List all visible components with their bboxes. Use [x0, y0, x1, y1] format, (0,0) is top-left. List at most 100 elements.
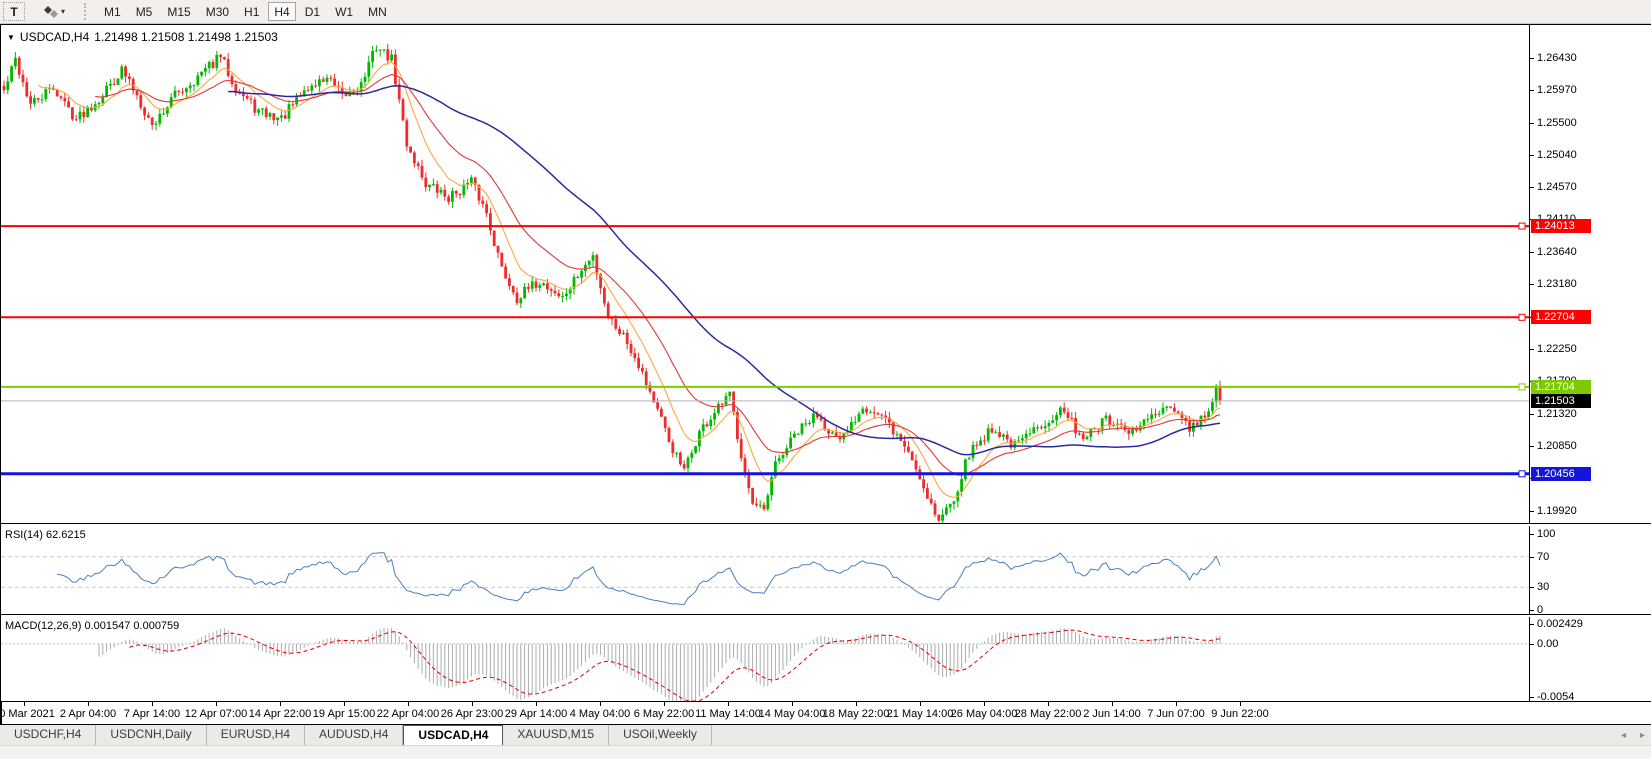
timeframe-button-m30[interactable]: M30	[200, 2, 235, 21]
tab-eurusd-h4[interactable]: EURUSD,H4	[207, 725, 305, 745]
text-tool-button[interactable]: T	[3, 2, 25, 21]
timeframe-button-w1[interactable]: W1	[329, 2, 359, 21]
timeframe-button-mn[interactable]: MN	[362, 2, 393, 21]
price-tick-label: 1.22250	[1537, 343, 1577, 355]
time-tick	[24, 702, 25, 706]
macd-panel[interactable]: 0.0024290.00-0.0054 MACD(12,26,9) 0.0015…	[1, 617, 1651, 702]
time-tick	[472, 702, 473, 706]
time-tick	[728, 702, 729, 706]
rsi-tick-label: 70	[1537, 551, 1549, 563]
time-tick-label: 14 Apr 22:00	[249, 708, 311, 720]
time-tick	[408, 702, 409, 706]
rsi-panel[interactable]: 10070300 RSI(14) 62.6215	[1, 526, 1651, 615]
price-tick	[1530, 414, 1534, 415]
time-tick	[984, 702, 985, 706]
toolbar-separator	[84, 3, 88, 20]
time-axis: 30 Mar 20212 Apr 04:007 Apr 14:0012 Apr …	[1, 702, 1651, 725]
price-tick	[1530, 90, 1534, 91]
timeframe-button-h4[interactable]: H4	[268, 2, 295, 21]
price-level-badge: 1.24013	[1531, 219, 1591, 233]
macd-tick	[1530, 697, 1534, 698]
main-chart-panel[interactable]: 1.264301.259701.255001.250401.245701.241…	[1, 25, 1651, 524]
tab-usdchf-h4[interactable]: USDCHF,H4	[0, 725, 96, 745]
macd-axis: 0.0024290.00-0.0054	[1529, 617, 1651, 701]
price-level-badge: 1.21704	[1531, 380, 1591, 394]
timeframe-button-m5[interactable]: M5	[130, 2, 159, 21]
time-tick	[1176, 702, 1177, 706]
tab-usoil-weekly[interactable]: USOil,Weekly	[609, 725, 712, 745]
macd-chart[interactable]	[1, 617, 1529, 701]
collapse-arrow-icon[interactable]: ▼	[7, 33, 15, 42]
time-tick	[792, 702, 793, 706]
rsi-tick	[1530, 557, 1534, 558]
chart-ohlc-values: 1.21498 1.21508 1.21498 1.21503	[94, 30, 278, 44]
tab-scroll-left-icon[interactable]: ◂	[1621, 730, 1626, 741]
chart-tabs: USDCHF,H4USDCNH,DailyEURUSD,H4AUDUSD,H4U…	[0, 725, 712, 745]
price-tick	[1530, 446, 1534, 447]
price-tick-label: 1.25970	[1537, 84, 1577, 96]
price-tick-label: 1.23180	[1537, 278, 1577, 290]
time-tick	[1112, 702, 1113, 706]
rsi-chart[interactable]	[1, 526, 1529, 614]
chart-title: ▼ USDCAD,H4 1.21498 1.21508 1.21498 1.21…	[7, 30, 278, 44]
timeframe-toolbar: M1M5M15M30H1H4D1W1MN	[98, 2, 393, 21]
rsi-label: RSI(14) 62.6215	[5, 529, 86, 541]
time-tick-label: 19 Apr 15:00	[313, 708, 375, 720]
tab-audusd-h4[interactable]: AUDUSD,H4	[305, 725, 403, 745]
chart-symbol-label: USDCAD,H4	[20, 30, 89, 44]
price-tick	[1530, 284, 1534, 285]
current-price-badge: 1.21503	[1531, 394, 1591, 408]
time-tick	[600, 702, 601, 706]
time-tick-label: 12 Apr 07:00	[185, 708, 247, 720]
macd-tick-label: 0.00	[1537, 638, 1558, 650]
shapes-tool-button[interactable]: ▾	[39, 2, 70, 21]
price-tick-label: 1.21320	[1537, 408, 1577, 420]
time-tick	[856, 702, 857, 706]
time-tick-label: 7 Jun 07:00	[1147, 708, 1205, 720]
macd-tick	[1530, 644, 1534, 645]
time-tick-label: 18 May 22:00	[823, 708, 890, 720]
rsi-tick	[1530, 587, 1534, 588]
rsi-tick	[1530, 534, 1534, 535]
time-tick-label: 30 Mar 2021	[0, 708, 55, 720]
dropdown-caret-icon: ▾	[61, 7, 65, 16]
time-tick	[152, 702, 153, 706]
price-tick	[1530, 58, 1534, 59]
timeframe-button-h1[interactable]: H1	[238, 2, 265, 21]
price-tick-label: 1.25500	[1537, 117, 1577, 129]
rsi-tick-label: 0	[1537, 604, 1543, 616]
timeframe-button-m1[interactable]: M1	[98, 2, 127, 21]
chart-window: 1.264301.259701.255001.250401.245701.241…	[0, 24, 1651, 725]
time-tick-label: 28 May 22:00	[1015, 708, 1082, 720]
rsi-tick	[1530, 610, 1534, 611]
time-tick	[216, 702, 217, 706]
macd-tick	[1530, 624, 1534, 625]
time-tick-label: 2 Jun 14:00	[1083, 708, 1141, 720]
price-level-badge: 1.20456	[1531, 467, 1591, 481]
price-tick	[1530, 349, 1534, 350]
timeframe-button-m15[interactable]: M15	[161, 2, 196, 21]
price-tick-label: 1.23640	[1537, 246, 1577, 258]
price-tick-label: 1.20850	[1537, 440, 1577, 452]
time-tick-label: 9 Jun 22:00	[1211, 708, 1269, 720]
macd-tick-label: 0.002429	[1537, 618, 1583, 630]
candlestick-chart[interactable]	[1, 25, 1529, 523]
time-tick-label: 26 Apr 23:00	[441, 708, 503, 720]
time-tick-label: 6 May 22:00	[634, 708, 695, 720]
price-tick-label: 1.26430	[1537, 52, 1577, 64]
time-tick	[88, 702, 89, 706]
tab-usdcnh-daily[interactable]: USDCNH,Daily	[96, 725, 206, 745]
price-axis: 1.264301.259701.255001.250401.245701.241…	[1529, 25, 1651, 523]
price-tick	[1530, 252, 1534, 253]
rsi-axis: 10070300	[1529, 526, 1651, 614]
timeframe-button-d1[interactable]: D1	[299, 2, 326, 21]
price-tick-label: 1.24570	[1537, 181, 1577, 193]
tab-scroll-right-icon[interactable]: ▸	[1640, 730, 1645, 741]
time-tick-label: 21 May 14:00	[887, 708, 954, 720]
time-tick-label: 7 Apr 14:00	[124, 708, 180, 720]
tab-scroll-arrows: ◂ ▸	[1621, 725, 1645, 745]
time-tick	[920, 702, 921, 706]
tab-xauusd-m15[interactable]: XAUUSD,M15	[503, 725, 609, 745]
tab-usdcad-h4[interactable]: USDCAD,H4	[403, 725, 503, 745]
price-tick	[1530, 123, 1534, 124]
